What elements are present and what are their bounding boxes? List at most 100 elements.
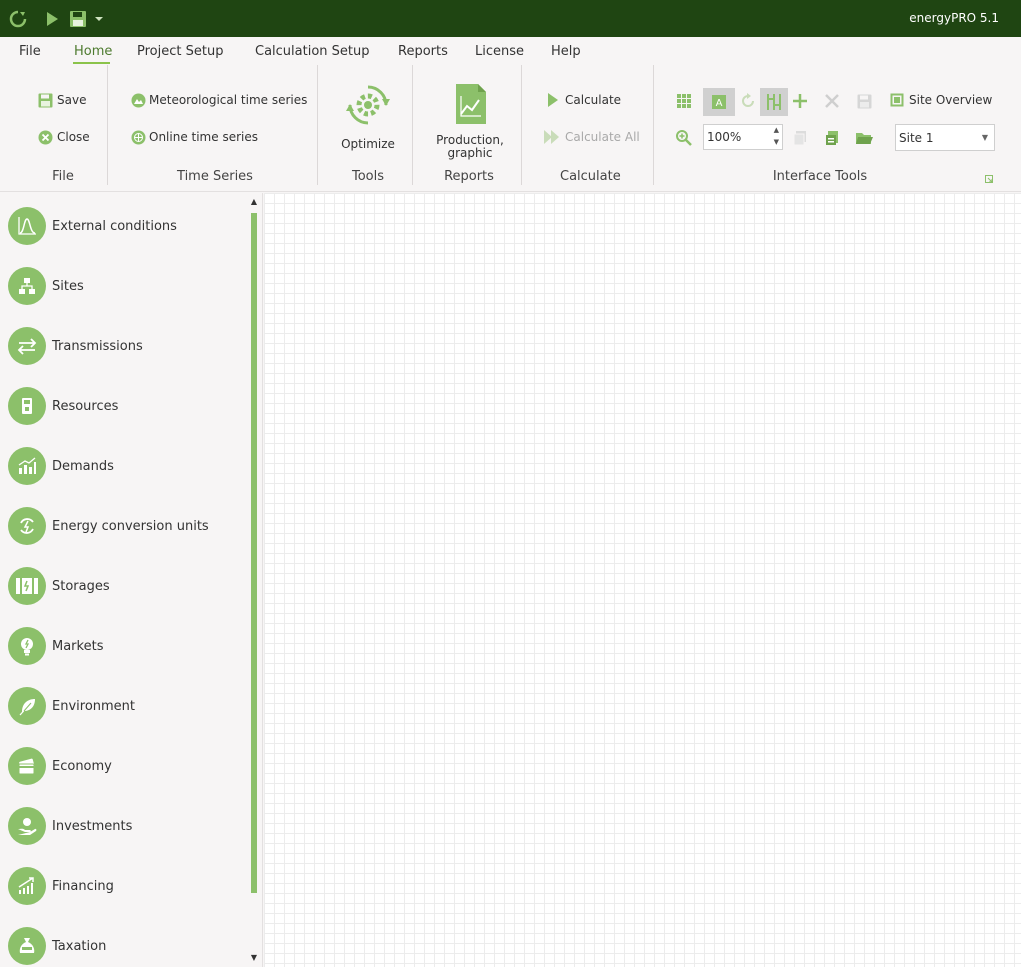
sidebar-item-taxation[interactable]: Taxation: [8, 926, 106, 966]
add-icon[interactable]: [787, 88, 813, 114]
grid-view-icon[interactable]: [671, 88, 697, 114]
calculate-button[interactable]: Calculate: [545, 92, 621, 108]
menu-file[interactable]: File: [19, 44, 41, 59]
sidebar-item-label: Markets: [52, 638, 104, 654]
group-label-file: File: [52, 169, 74, 184]
optimize-button[interactable]: Optimize: [338, 83, 398, 151]
scroll-up-icon[interactable]: ▲: [249, 197, 259, 206]
sidebar-item-resources[interactable]: Resources: [8, 386, 118, 426]
copy-icon[interactable]: [787, 125, 813, 151]
arrows-icon: [8, 327, 46, 365]
group-label-time-series: Time Series: [177, 169, 253, 184]
group-expand-icon[interactable]: [985, 172, 993, 183]
sidebar-item-label: Energy conversion units: [52, 518, 209, 534]
refresh-icon[interactable]: [735, 88, 761, 114]
open-folder-icon[interactable]: [851, 125, 877, 151]
leaf-icon: [8, 687, 46, 725]
zoom-input[interactable]: 100% ▲ ▼: [703, 124, 783, 150]
menu-reports[interactable]: Reports: [398, 44, 448, 59]
sidebar-item-markets[interactable]: Markets: [8, 626, 103, 666]
print-icon[interactable]: [819, 125, 845, 151]
production-graphic-button[interactable]: Production, graphic: [432, 84, 508, 160]
sidebar-item-financing[interactable]: Financing: [8, 866, 114, 906]
hand-coin-icon: [8, 807, 46, 845]
sidebar-item-storages[interactable]: Storages: [8, 566, 110, 606]
site-overview-label: Site Overview: [909, 93, 993, 107]
menu-bar: File Home Project Setup Calculation Setu…: [0, 37, 1021, 65]
ribbon-divider: [653, 65, 654, 185]
sidebar-item-investments[interactable]: Investments: [8, 806, 132, 846]
sidebar-item-demands[interactable]: Demands: [8, 446, 114, 486]
close-button[interactable]: Close: [37, 129, 90, 145]
save-disabled-icon[interactable]: [851, 88, 877, 114]
ribbon: Save Close File Meteorological time seri…: [0, 65, 1021, 192]
quick-access-dropdown-icon[interactable]: [94, 9, 104, 29]
sidebar-item-label: Investments: [52, 818, 133, 834]
sidebar-item-label: External conditions: [52, 218, 177, 234]
zoom-icon[interactable]: [671, 125, 697, 151]
site-select-value: Site 1: [899, 131, 934, 145]
sidebar-item-label: Financing: [52, 878, 114, 894]
sidebar-item-label: Sites: [52, 278, 84, 294]
menu-home[interactable]: Home: [74, 44, 112, 59]
sidebar-item-label: Environment: [52, 698, 136, 714]
sidebar-item-energy-conversion-units[interactable]: Energy conversion units: [8, 506, 209, 546]
menu-calculation-setup[interactable]: Calculation Setup: [255, 44, 370, 59]
save-label: Save: [57, 93, 87, 107]
production-label-line2: graphic: [447, 146, 493, 160]
delete-icon[interactable]: [819, 88, 845, 114]
sidebar-item-label: Transmissions: [52, 338, 143, 354]
group-label-interface-tools: Interface Tools: [772, 169, 868, 184]
fuel-icon: [8, 387, 46, 425]
optimize-icon: [346, 83, 390, 130]
play-icon: [545, 92, 561, 108]
calculate-all-label: Calculate All: [565, 130, 640, 144]
meteorological-time-series-button[interactable]: Meteorological time series: [130, 92, 307, 108]
tax-bag-icon: [8, 927, 46, 965]
active-tab-indicator: [73, 62, 110, 64]
app-logo-icon[interactable]: [9, 9, 27, 29]
meteorological-label: Meteorological time series: [149, 93, 308, 107]
bar-chart-icon: [8, 447, 46, 485]
svg-text:A: A: [716, 98, 723, 109]
zoom-up-icon[interactable]: ▲: [774, 126, 779, 134]
connections-icon[interactable]: [760, 88, 788, 116]
ribbon-divider: [317, 65, 318, 185]
calculate-all-button[interactable]: Calculate All: [543, 129, 640, 145]
sidebar-item-economy[interactable]: Economy: [8, 746, 112, 786]
run-icon[interactable]: [44, 9, 60, 29]
sidebar-item-transmissions[interactable]: Transmissions: [8, 326, 143, 366]
menu-project-setup[interactable]: Project Setup: [137, 44, 223, 59]
card-icon: [8, 747, 46, 785]
sidebar-item-label: Economy: [52, 758, 112, 774]
ribbon-divider: [412, 65, 413, 185]
mountain-icon: [130, 92, 146, 108]
sidebar-item-external-conditions[interactable]: External conditions: [8, 206, 177, 246]
chart-document-icon: [454, 84, 486, 127]
site-select[interactable]: Site 1 ▼: [895, 124, 995, 151]
menu-license[interactable]: License: [475, 44, 524, 59]
sidebar-scrollbar[interactable]: ▲ ▼: [249, 193, 259, 967]
save-icon[interactable]: [69, 9, 87, 29]
online-time-series-button[interactable]: Online time series: [130, 129, 258, 145]
close-label: Close: [57, 130, 90, 144]
chart-curve-icon: [8, 207, 46, 245]
zoom-value: 100%: [707, 130, 742, 144]
save-button[interactable]: Save: [37, 92, 86, 108]
group-label-tools: Tools: [351, 169, 385, 184]
sidebar-item-sites[interactable]: Sites: [8, 266, 84, 306]
scroll-down-icon[interactable]: ▼: [249, 953, 259, 962]
design-canvas[interactable]: [264, 193, 1021, 967]
scroll-thumb[interactable]: [251, 213, 257, 893]
site-overview-icon: [889, 92, 905, 108]
site-overview-button[interactable]: Site Overview: [889, 92, 992, 108]
optimize-label: Optimize: [341, 137, 395, 151]
zoom-down-icon[interactable]: ▼: [774, 138, 779, 146]
sidebar-item-label: Demands: [52, 458, 114, 474]
fast-forward-icon: [543, 129, 561, 145]
sitemap-icon: [8, 267, 46, 305]
text-label-icon[interactable]: A: [703, 88, 735, 116]
menu-help[interactable]: Help: [551, 44, 581, 59]
sidebar-item-environment[interactable]: Environment: [8, 686, 135, 726]
bulb-icon: [8, 627, 46, 665]
